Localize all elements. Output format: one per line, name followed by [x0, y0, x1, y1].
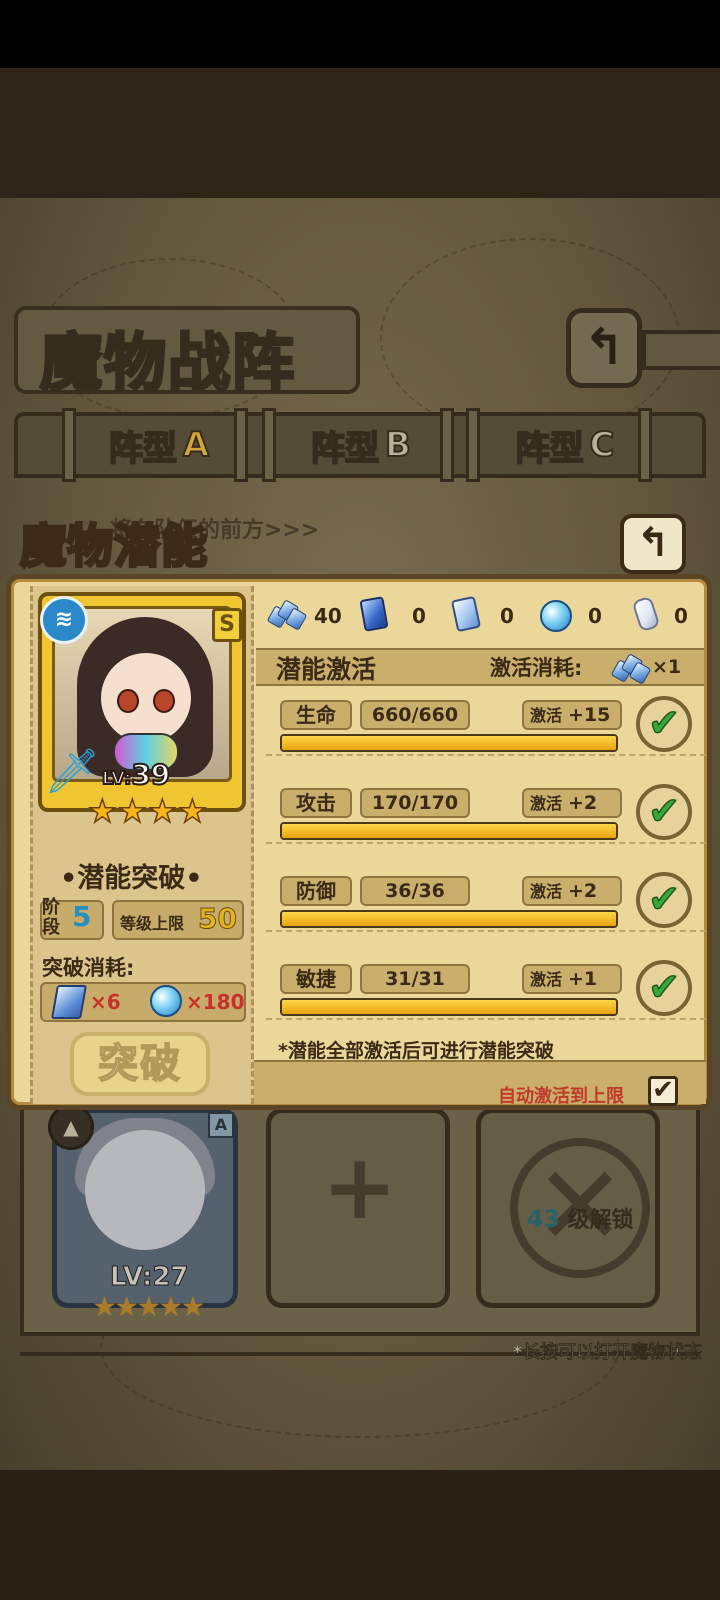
breakthrough-button[interactable]: 突破 — [70, 1032, 210, 1096]
currency-value: 0 — [588, 604, 602, 628]
progress-fill — [282, 824, 616, 838]
stat-value: 36/36 — [360, 876, 470, 906]
star-icon: ★ — [87, 792, 117, 830]
game-screen: 魔物战阵 ↰ 阵型 A 阵型 B 阵型 C 将在队伍的前方>>> ▲ A LV:… — [0, 0, 720, 1600]
crystal-cluster-icon — [266, 599, 308, 631]
activate-check-button[interactable]: ✔ — [636, 960, 692, 1016]
activate-label: 激活 — [530, 706, 563, 725]
stat-value: 31/31 — [360, 964, 470, 994]
portrait-eye — [117, 689, 139, 713]
bottom-letterbox — [0, 1470, 720, 1600]
stat-name: 生命 — [280, 700, 352, 730]
stat-value: 660/660 — [360, 700, 470, 730]
level-cap-label: 等级上限 — [120, 914, 185, 933]
activation-note: *潜能全部激活后可进行潜能突破 — [278, 1040, 554, 1062]
currency-value: 40 — [314, 604, 342, 628]
stat-value: 170/170 — [360, 788, 470, 818]
blue-crystal-icon — [51, 985, 87, 1019]
portrait-eye — [153, 689, 175, 713]
breakthrough-cost-label: 突破消耗: — [42, 956, 135, 980]
orb-cost: ×180 — [186, 990, 245, 1014]
rank-badge: S — [212, 608, 242, 642]
currency-value: 0 — [412, 604, 426, 628]
activate-label: 激活 — [530, 970, 563, 989]
monster-level: LV:39 — [101, 757, 171, 792]
activate-label: 激活 — [530, 882, 563, 901]
bonus-value: +2 — [568, 880, 598, 902]
stage-value: 5 — [72, 900, 92, 933]
progress-fill — [282, 736, 616, 750]
activate-check-button[interactable]: ✔ — [636, 696, 692, 752]
bonus-value: +1 — [568, 968, 598, 990]
progress-fill — [282, 1000, 616, 1014]
level-prefix: LV: — [101, 767, 132, 790]
bonus-value: +2 — [568, 792, 598, 814]
bonus-value: +15 — [568, 704, 611, 726]
auto-activate-checkbox[interactable]: ✔ — [648, 1076, 678, 1106]
star-icon: ★ — [117, 792, 147, 830]
activate-bonus: 激活 +15 — [522, 700, 622, 730]
breakthrough-title: •潜能突破• — [60, 863, 203, 894]
star-icon: ★ — [177, 792, 207, 830]
close-button[interactable]: ↰ — [620, 514, 686, 574]
stat-progress-bar — [280, 734, 618, 752]
stat-progress-bar — [280, 910, 618, 928]
water-icon: ≋ — [40, 596, 88, 644]
activate-bonus: 激活 +2 — [522, 876, 622, 906]
activate-bonus: 激活 +1 — [522, 964, 622, 994]
progress-fill — [282, 912, 616, 926]
activate-label: 激活 — [530, 794, 563, 813]
activate-bonus: 激活 +2 — [522, 788, 622, 818]
auto-activate-strip — [254, 1060, 706, 1104]
monster-stars: ★ ★ ★ ★ — [87, 792, 208, 830]
stat-name: 防御 — [280, 876, 352, 906]
blue-orb-icon — [150, 985, 182, 1017]
top-letterbox — [0, 68, 720, 198]
level-cap-value: 50 — [198, 902, 238, 936]
stage-label: 阶段 — [42, 897, 60, 938]
dialog-title: 魔物潜能 — [19, 518, 209, 575]
portrait-face — [101, 653, 191, 743]
blue-orb-icon — [540, 600, 572, 632]
sword-icon: 🗡 — [44, 742, 100, 802]
stat-progress-bar — [280, 822, 618, 840]
level-value: 39 — [130, 757, 171, 792]
stat-progress-bar — [280, 998, 618, 1016]
currency-value: 0 — [500, 604, 514, 628]
activate-check-button[interactable]: ✔ — [636, 872, 692, 928]
activate-check-button[interactable]: ✔ — [636, 784, 692, 840]
crystal-cost: ×6 — [90, 990, 121, 1014]
auto-activate-label[interactable]: 自动激活到上限 — [498, 1082, 624, 1108]
star-icon: ★ — [147, 792, 177, 830]
stat-name: 敏捷 — [280, 964, 352, 994]
stat-name: 攻击 — [280, 788, 352, 818]
currency-value: 0 — [674, 604, 688, 628]
